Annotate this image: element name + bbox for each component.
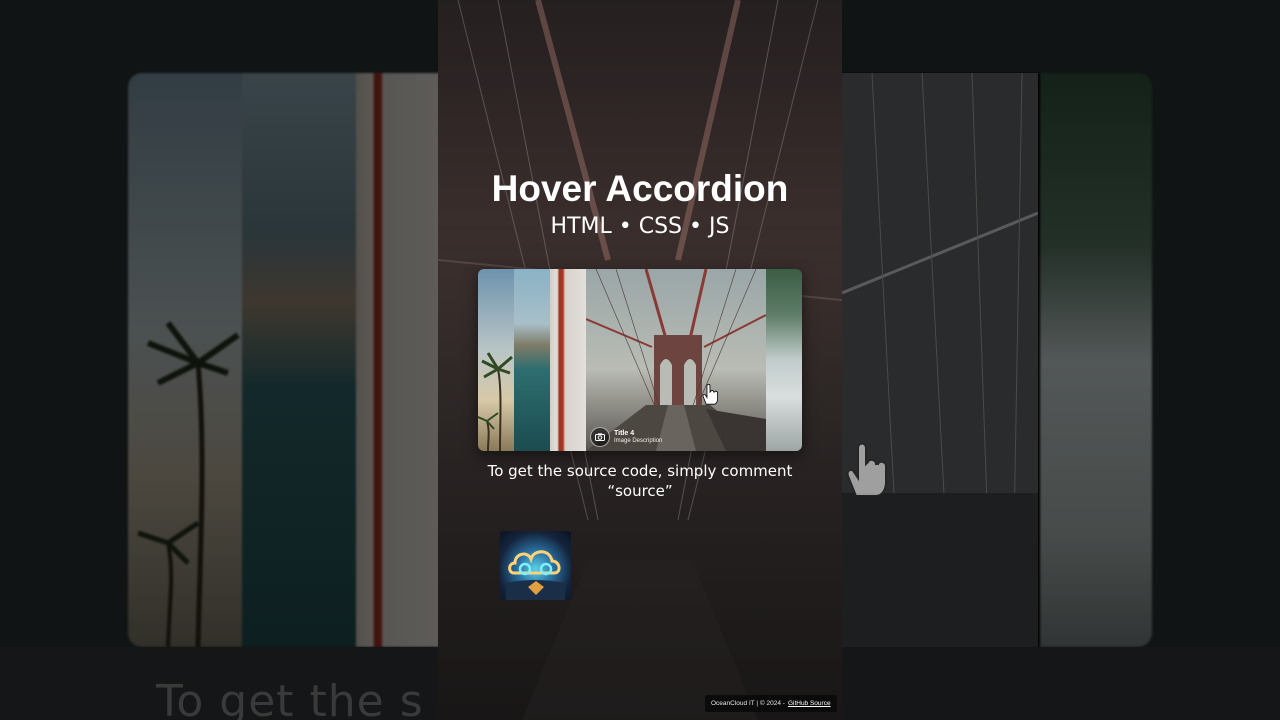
accordion-panel-forest[interactable] — [766, 269, 802, 451]
brooklyn-bridge-image — [586, 269, 766, 451]
background-hand-pointer-icon — [846, 442, 887, 497]
github-source-link[interactable]: GitHub Source — [788, 700, 831, 707]
footer-credit: OceanCloud IT | © 2024 - GitHub Source — [705, 695, 837, 712]
page-subtitle: HTML • CSS • JS — [550, 214, 730, 239]
cta-line-2: “source” — [607, 482, 673, 500]
panel-caption-description: Image Description — [614, 438, 663, 444]
hand-pointer-icon — [702, 383, 719, 405]
cta-line-1: To get the source code, simply comment — [487, 462, 793, 480]
panel-caption-title: Title 4 — [614, 430, 635, 437]
panel-caption: Title 4 Image Description — [590, 427, 662, 447]
accordion-panel-golden-gate[interactable] — [550, 269, 586, 451]
hover-accordion: Title 4 Image Description — [478, 269, 802, 451]
camera-icon — [590, 427, 610, 447]
page-title: Hover Accordion — [491, 168, 789, 209]
footer-text: OceanCloud IT | © 2024 - — [711, 700, 785, 707]
oceancloud-logo[interactable] — [500, 531, 571, 600]
accordion-panel-brooklyn-bridge[interactable]: Title 4 Image Description — [586, 269, 766, 451]
source-code-cta: To get the source code, simply comment “… — [438, 461, 842, 501]
background-panel-forest — [1040, 73, 1152, 647]
video-frame: To get the s ly comment Hover Accordion … — [0, 0, 1280, 720]
background-bridge-cables — [842, 73, 1038, 647]
background-panel-golden-gate — [356, 73, 440, 647]
accordion-panel-palm-trees[interactable] — [478, 269, 514, 451]
background-panel-coast — [242, 73, 356, 647]
palm-tree-illustration — [137, 321, 240, 647]
palm-trees-image — [478, 352, 513, 451]
accordion-panel-coast[interactable] — [514, 269, 550, 451]
cloud-logo-icon — [506, 550, 565, 600]
background-panel-palm-trees — [128, 73, 242, 647]
